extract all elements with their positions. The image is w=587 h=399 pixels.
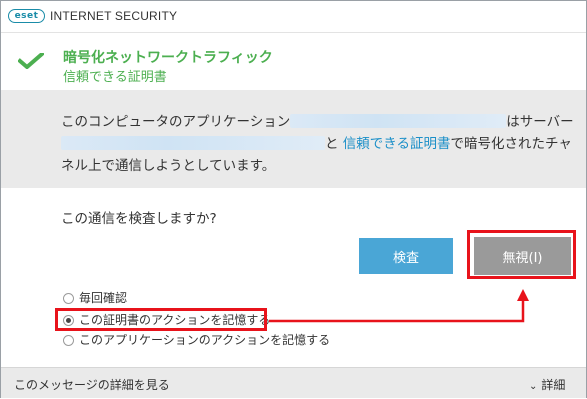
alert-header: 暗号化ネットワークトラフィック 信頼できる証明書 bbox=[1, 33, 586, 90]
radio-remember-application[interactable]: このアプリケーションのアクションを記憶する bbox=[63, 332, 330, 348]
radio-highlight-box bbox=[55, 308, 267, 331]
message-text: このコンピュータのアプリケーション bbox=[61, 114, 291, 130]
dialog-window: eset INTERNET SECURITY 暗号化ネットワークトラフィック 信… bbox=[0, 0, 587, 398]
message-text: はサーバー bbox=[506, 114, 574, 130]
details-link[interactable]: このメッセージの詳細を見る bbox=[14, 376, 170, 393]
title-bar: eset INTERNET SECURITY bbox=[1, 1, 586, 33]
radio-label: このアプリケーションのアクションを記憶する bbox=[79, 333, 331, 347]
inspect-question: この通信を検査しますか? bbox=[61, 211, 217, 227]
inspect-button[interactable]: 検査 bbox=[359, 238, 453, 274]
radio-button[interactable] bbox=[63, 293, 74, 304]
radio-always-ask[interactable]: 毎回確認 bbox=[63, 290, 127, 306]
eset-logo: eset bbox=[8, 9, 45, 23]
alert-subtitle: 信頼できる証明書 bbox=[63, 70, 167, 85]
trusted-certificate-link[interactable]: 信頼できる証明書 bbox=[343, 136, 451, 152]
footer-bar: このメッセージの詳細を見る ⌄ 詳細 bbox=[1, 367, 586, 398]
ignore-highlight-box bbox=[467, 230, 576, 279]
alert-message: このコンピュータのアプリケーション はサーバー と 信頼できる証明書で暗号化された… bbox=[61, 111, 581, 177]
chevron-down-icon: ⌄ bbox=[529, 381, 538, 392]
details-toggle[interactable]: ⌄ 詳細 bbox=[529, 376, 565, 393]
redacted-server-name bbox=[61, 136, 325, 150]
details-toggle-label: 詳細 bbox=[541, 378, 566, 392]
check-icon bbox=[18, 53, 44, 69]
message-panel: このコンピュータのアプリケーション はサーバー と 信頼できる証明書で暗号化された… bbox=[1, 90, 586, 188]
redacted-app-name bbox=[290, 114, 507, 128]
radio-button[interactable] bbox=[63, 335, 74, 346]
app-title: INTERNET SECURITY bbox=[50, 9, 178, 23]
radio-label: 毎回確認 bbox=[79, 291, 128, 305]
alert-title: 暗号化ネットワークトラフィック bbox=[63, 50, 273, 66]
message-text: と bbox=[325, 136, 339, 152]
